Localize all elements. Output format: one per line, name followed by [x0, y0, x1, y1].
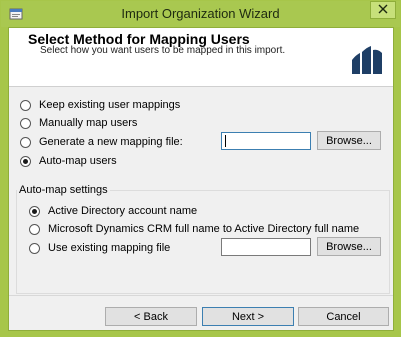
- wizard-window: Import Organization Wizard Select Method…: [0, 0, 401, 337]
- radio-generate-new-mapping-file[interactable]: Generate a new mapping file:: [20, 136, 183, 148]
- radio-label: Keep existing user mappings: [39, 99, 181, 111]
- existing-mapping-file-input[interactable]: [221, 238, 311, 256]
- page-subtitle: Select how you want users to be mapped i…: [40, 45, 286, 56]
- close-icon: [378, 4, 388, 17]
- radio-circle[interactable]: [20, 117, 31, 129]
- radio-label: Manually map users: [39, 117, 138, 129]
- footer-divider: [9, 295, 393, 296]
- radio-label: Microsoft Dynamics CRM full name to Acti…: [48, 223, 360, 235]
- wizard-client-area: Select Method for Mapping Users Select h…: [8, 27, 394, 331]
- radio-manually-map-users[interactable]: Manually map users: [20, 117, 137, 129]
- wizard-header: Select Method for Mapping Users Select h…: [9, 28, 393, 87]
- title-bar[interactable]: Import Organization Wizard: [1, 1, 400, 27]
- window-title: Import Organization Wizard: [121, 6, 280, 21]
- radio-circle[interactable]: [29, 205, 40, 217]
- radio-circle[interactable]: [29, 242, 40, 254]
- radio-circle[interactable]: [29, 223, 40, 235]
- radio-crm-full-name-to-ad[interactable]: Microsoft Dynamics CRM full name to Acti…: [29, 223, 359, 235]
- radio-circle[interactable]: [20, 99, 31, 111]
- dynamics-crm-logo-icon: [350, 44, 384, 76]
- radio-circle[interactable]: [20, 155, 31, 167]
- radio-keep-existing-mappings[interactable]: Keep existing user mappings: [20, 99, 180, 111]
- radio-label: Active Directory account name: [48, 205, 198, 217]
- radio-use-existing-mapping-file[interactable]: Use existing mapping file: [29, 242, 170, 254]
- browse-button[interactable]: Browse...: [317, 131, 381, 150]
- close-button[interactable]: [370, 1, 396, 19]
- back-button[interactable]: < Back: [105, 307, 197, 326]
- text-caret: [225, 135, 226, 147]
- next-button[interactable]: Next >: [202, 307, 294, 326]
- radio-ad-account-name[interactable]: Active Directory account name: [29, 205, 197, 217]
- radio-label: Use existing mapping file: [48, 242, 171, 254]
- radio-label: Auto-map users: [39, 155, 117, 167]
- radio-label: Generate a new mapping file:: [39, 136, 183, 148]
- auto-map-settings-label: Auto-map settings: [17, 184, 110, 196]
- mapping-file-input[interactable]: [221, 132, 311, 150]
- browse-existing-button[interactable]: Browse...: [317, 237, 381, 256]
- radio-circle[interactable]: [20, 136, 31, 148]
- cancel-button[interactable]: Cancel: [298, 307, 389, 326]
- radio-auto-map-users[interactable]: Auto-map users: [20, 155, 117, 167]
